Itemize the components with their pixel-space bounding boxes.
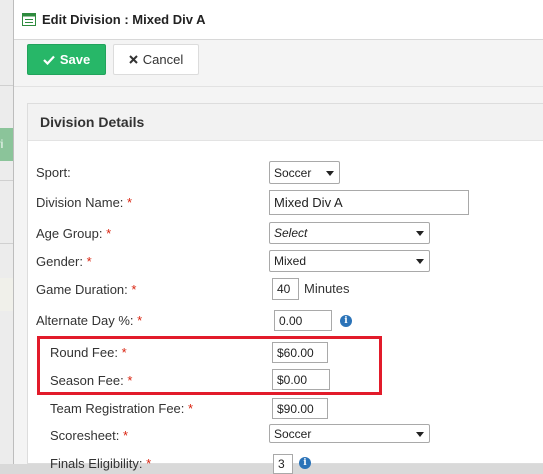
team-registration-fee-label: Team Registration Fee: * — [50, 401, 194, 416]
background-tab: ivi — [0, 128, 13, 161]
cancel-label: Cancel — [142, 52, 184, 67]
chevron-down-icon — [416, 259, 424, 264]
dialog-title: Edit Division : Mixed Div A — [42, 12, 206, 27]
game-duration-unit: Minutes — [304, 281, 350, 296]
age-group-value: Select — [274, 226, 308, 240]
info-icon[interactable]: i — [340, 315, 352, 327]
cancel-button[interactable]: Cancel — [113, 44, 199, 75]
gender-select[interactable]: Mixed — [269, 250, 430, 272]
age-group-select[interactable]: Select — [269, 222, 430, 244]
division-name-label: Division Name: * — [36, 195, 133, 210]
dialog-toolbar: Save Cancel — [14, 40, 543, 87]
highlight-box — [37, 336, 382, 395]
save-label: Save — [59, 52, 91, 67]
panel-title: Division Details — [28, 104, 543, 141]
form-icon — [22, 13, 36, 26]
info-icon[interactable]: i — [299, 457, 311, 469]
team-registration-fee-input[interactable]: $90.00 — [272, 398, 328, 419]
gender-label: Gender: * — [36, 254, 92, 269]
chevron-down-icon — [326, 170, 334, 176]
game-duration-label: Game Duration: * — [36, 282, 137, 297]
finals-eligibility-input[interactable]: 3 — [273, 454, 293, 474]
scoresheet-label: Scoresheet: * — [50, 428, 129, 443]
age-group-label: Age Group: * — [36, 226, 112, 241]
dialog-titlebar: Edit Division : Mixed Div A — [14, 0, 543, 40]
chevron-down-icon — [416, 231, 424, 236]
sport-select[interactable]: Soccer — [269, 161, 340, 184]
save-button[interactable]: Save — [27, 44, 106, 75]
check-icon — [43, 55, 55, 65]
scoresheet-value: Soccer — [274, 426, 312, 441]
alternate-day-label: Alternate Day %: * — [36, 313, 143, 328]
sport-label: Sport: — [36, 165, 71, 180]
sport-value: Soccer — [274, 165, 312, 180]
alternate-day-input[interactable]: 0.00 — [274, 310, 332, 331]
chevron-down-icon — [416, 431, 424, 437]
close-icon — [129, 55, 138, 64]
division-name-input[interactable]: Mixed Div A — [269, 190, 469, 215]
game-duration-input[interactable]: 40 — [272, 278, 299, 300]
scoresheet-select[interactable]: Soccer — [269, 424, 430, 443]
gender-value: Mixed — [274, 254, 307, 268]
